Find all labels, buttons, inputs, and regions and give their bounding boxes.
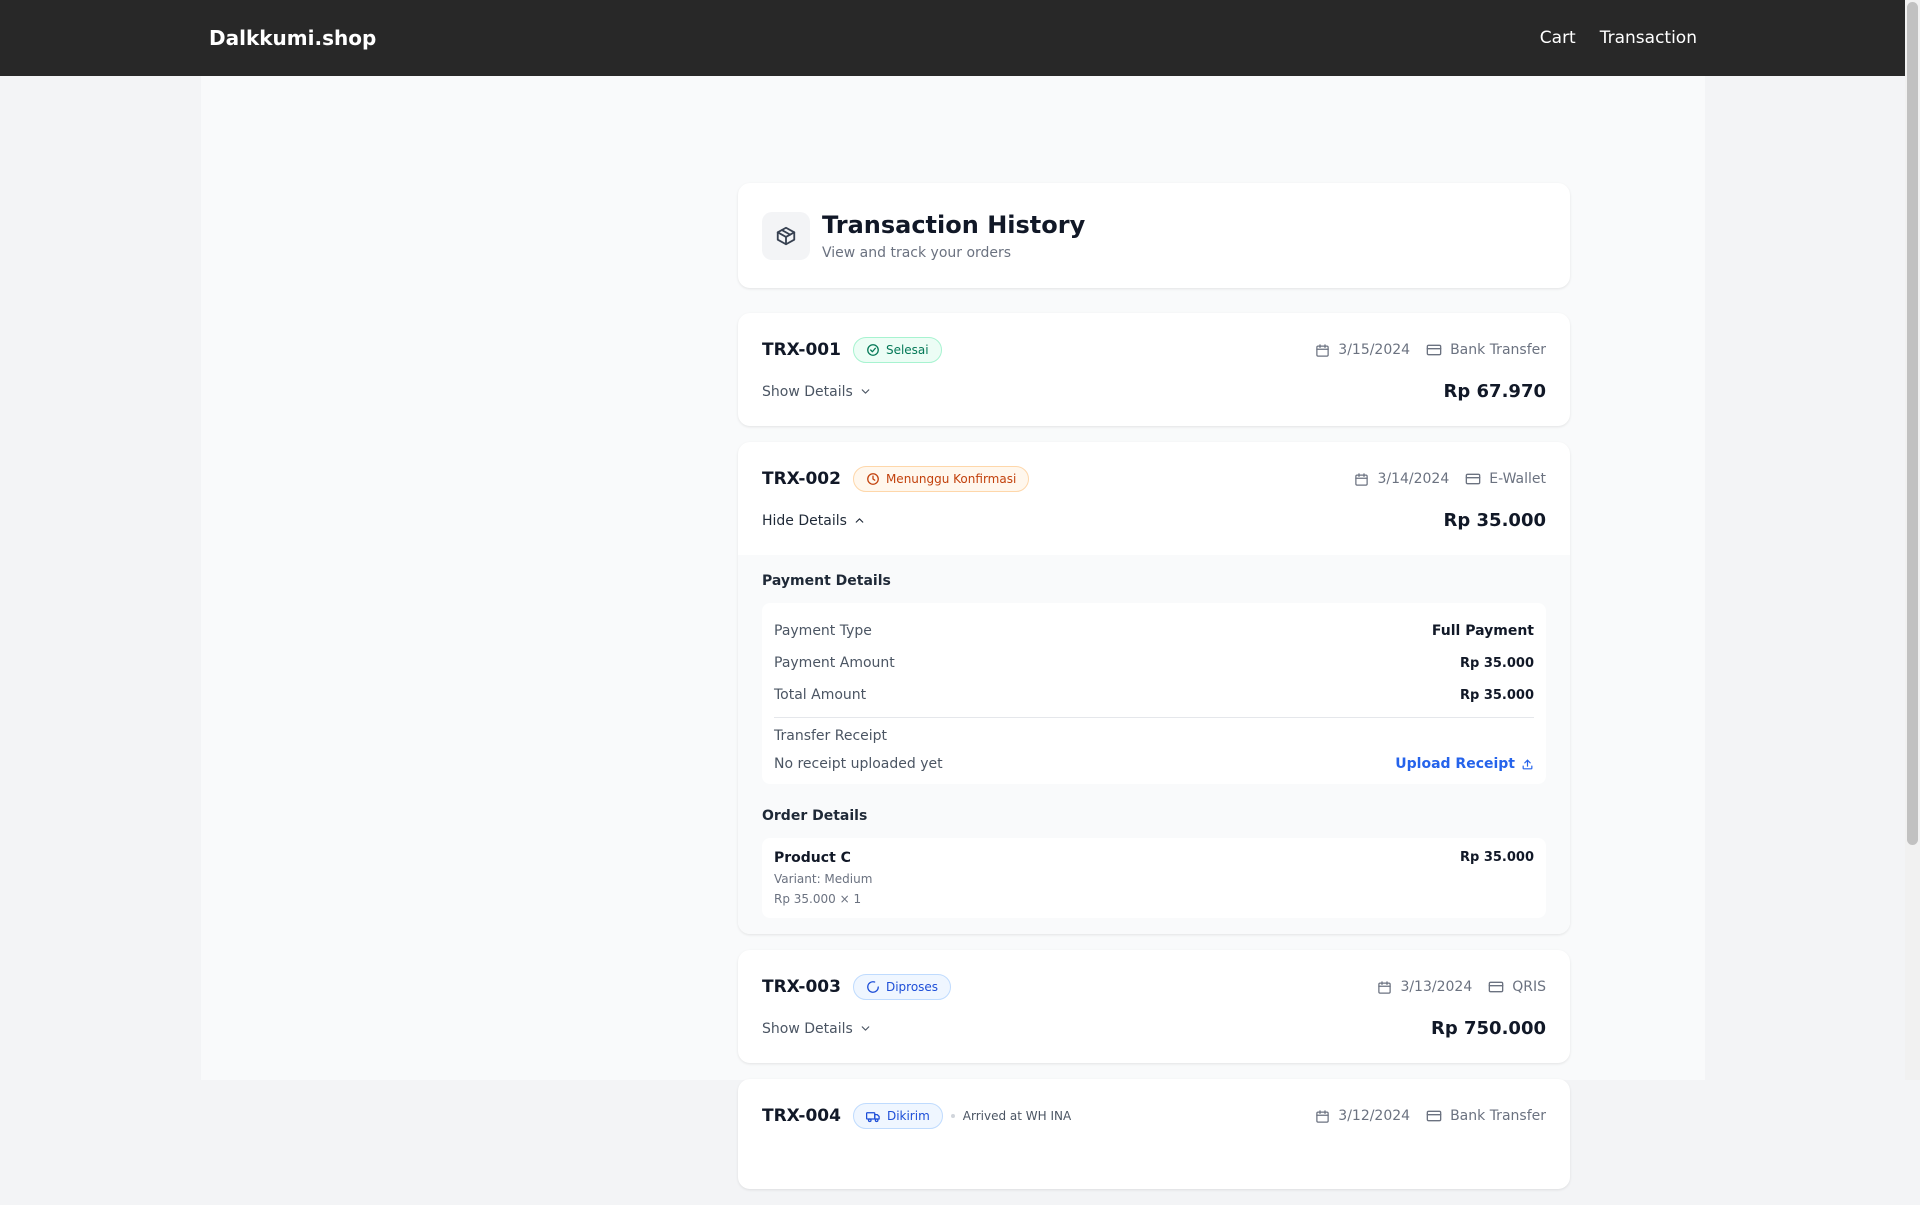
receipt-status: No receipt uploaded yet (774, 756, 943, 772)
payment-type-row: Payment Type Full Payment (774, 615, 1534, 647)
page-content: Transaction History View and track your … (201, 76, 1705, 1189)
brand-logo[interactable]: Dalkkumi.shop (209, 26, 376, 50)
nav-link-cart[interactable]: Cart (1540, 28, 1576, 48)
row-label: Payment Type (774, 623, 872, 639)
nav-link-transaction[interactable]: Transaction (1600, 28, 1697, 48)
page-scrollbar[interactable] (1905, 0, 1920, 1080)
status-note-label: Arrived at WH INA (962, 1109, 1072, 1123)
product-qty-line: Rp 35.000 × 1 (774, 892, 862, 906)
status-label: Dikirim (886, 1109, 930, 1123)
total-amount-row: Total Amount Rp 35.000 (774, 679, 1534, 711)
payment-method: Bank Transfer (1426, 1108, 1546, 1124)
transaction-card-expanded: TRX-002 Menunggu Konfirmasi 3/14/2024 E-… (738, 442, 1570, 934)
receipt-row: No receipt uploaded yet Upload Receipt (774, 756, 1534, 772)
payment-amount-row: Payment Amount Rp 35.000 (774, 647, 1534, 679)
hide-details-button[interactable]: Hide Details (762, 513, 866, 529)
divider (774, 717, 1534, 718)
status-label: Menunggu Konfirmasi (885, 472, 1017, 486)
date-label: 3/15/2024 (1338, 342, 1411, 358)
transaction-total: Rp 35.000 (1443, 510, 1546, 531)
date-label: 3/12/2024 (1338, 1108, 1411, 1124)
transaction-date: 3/12/2024 (1315, 1108, 1410, 1124)
status-badge: Dikirim (852, 1103, 943, 1129)
credit-card-icon (1426, 344, 1442, 356)
credit-card-icon (1465, 473, 1481, 485)
show-details-button[interactable]: Show Details (762, 384, 872, 400)
transaction-column: Transaction History View and track your … (738, 183, 1570, 1205)
row-label: Total Amount (774, 687, 867, 703)
status-badge: Diproses (852, 974, 952, 1000)
show-details-button[interactable]: Show Details (762, 1021, 872, 1037)
calendar-icon (1316, 1109, 1330, 1123)
chevron-down-icon (861, 1026, 870, 1031)
truck-icon (865, 1111, 880, 1122)
upload-label: Upload Receipt (1395, 756, 1515, 772)
status-label: Diproses (885, 980, 939, 994)
product-variant: Variant: Medium (774, 872, 873, 886)
credit-card-icon (1426, 1110, 1442, 1122)
calendar-icon (1316, 343, 1330, 357)
transaction-id: TRX-003 (762, 977, 841, 997)
payment-details-title: Payment Details (762, 573, 891, 589)
order-item: Product C Variant: Medium Rp 35.000 × 1 … (762, 838, 1546, 918)
transaction-date: 3/14/2024 (1354, 471, 1449, 487)
payment-method: QRIS (1488, 979, 1546, 995)
transaction-total: Rp 67.970 (1443, 381, 1546, 402)
status-badge: Menunggu Konfirmasi (852, 466, 1030, 492)
upload-icon (1522, 759, 1533, 769)
transaction-date: 3/15/2024 (1315, 342, 1410, 358)
credit-card-icon (1488, 981, 1504, 993)
method-label: Bank Transfer (1450, 1108, 1546, 1124)
date-label: 3/13/2024 (1400, 979, 1473, 995)
transaction-card: TRX-001 Selesai 3/15/2024 Bank Transfer … (738, 313, 1570, 426)
status-label: Selesai (885, 343, 929, 357)
order-details-title: Order Details (762, 808, 868, 824)
method-label: Bank Transfer (1450, 342, 1546, 358)
shipping-status-note: Arrived at WH INA (950, 1109, 1072, 1123)
method-label: E-Wallet (1489, 471, 1546, 487)
chevron-up-icon (855, 518, 864, 523)
header-card: Transaction History View and track your … (738, 183, 1570, 288)
top-navbar: Dalkkumi.shop Cart Transaction (0, 0, 1905, 76)
clock-icon (867, 473, 879, 485)
toggle-label: Hide Details (762, 512, 847, 529)
transaction-id: TRX-002 (762, 469, 841, 489)
transaction-date: 3/13/2024 (1377, 979, 1472, 995)
calendar-icon (1378, 980, 1392, 994)
status-badge: Selesai (852, 337, 942, 363)
transfer-receipt-label: Transfer Receipt (774, 728, 888, 744)
row-value: Rp 35.000 (1459, 687, 1534, 703)
product-price: Rp 35.000 (1459, 850, 1534, 865)
page-subtitle: View and track your orders (822, 244, 1012, 261)
transaction-id: TRX-001 (762, 340, 841, 360)
row-value: Rp 35.000 (1459, 655, 1534, 671)
method-label: QRIS (1512, 979, 1546, 995)
transaction-id: TRX-004 (762, 1106, 841, 1126)
transaction-card: TRX-003 Diproses 3/13/2024 QRIS Show Det… (738, 950, 1570, 1063)
order-details-section: Order Details Product C Variant: Medium … (762, 808, 1546, 918)
scrollbar-thumb[interactable] (1907, 2, 1918, 845)
calendar-icon (1355, 472, 1369, 486)
nav-links: Cart Transaction (1540, 28, 1697, 48)
upload-receipt-button[interactable]: Upload Receipt (1395, 756, 1534, 772)
package-icon (762, 211, 810, 260)
separator-dot (950, 1114, 955, 1118)
transaction-total: Rp 750.000 (1431, 1018, 1546, 1039)
chevron-down-icon (861, 389, 870, 394)
loader-icon (867, 981, 879, 993)
row-label: Payment Amount (774, 655, 895, 671)
transaction-card: TRX-004 Dikirim Arrived at WH INA 3/12/2… (738, 1079, 1570, 1189)
payment-method: Bank Transfer (1426, 342, 1546, 358)
toggle-label: Show Details (762, 1020, 853, 1037)
row-value: Full Payment (1431, 623, 1534, 639)
toggle-label: Show Details (762, 383, 853, 400)
payment-method: E-Wallet (1465, 471, 1546, 487)
transaction-details: Payment Details Payment Type Full Paymen… (738, 555, 1570, 934)
page-title: Transaction History (822, 210, 1086, 239)
check-circle-icon (867, 344, 879, 356)
payment-details-panel: Payment Type Full Payment Payment Amount… (762, 603, 1546, 784)
date-label: 3/14/2024 (1377, 471, 1450, 487)
product-name: Product C (774, 850, 851, 866)
